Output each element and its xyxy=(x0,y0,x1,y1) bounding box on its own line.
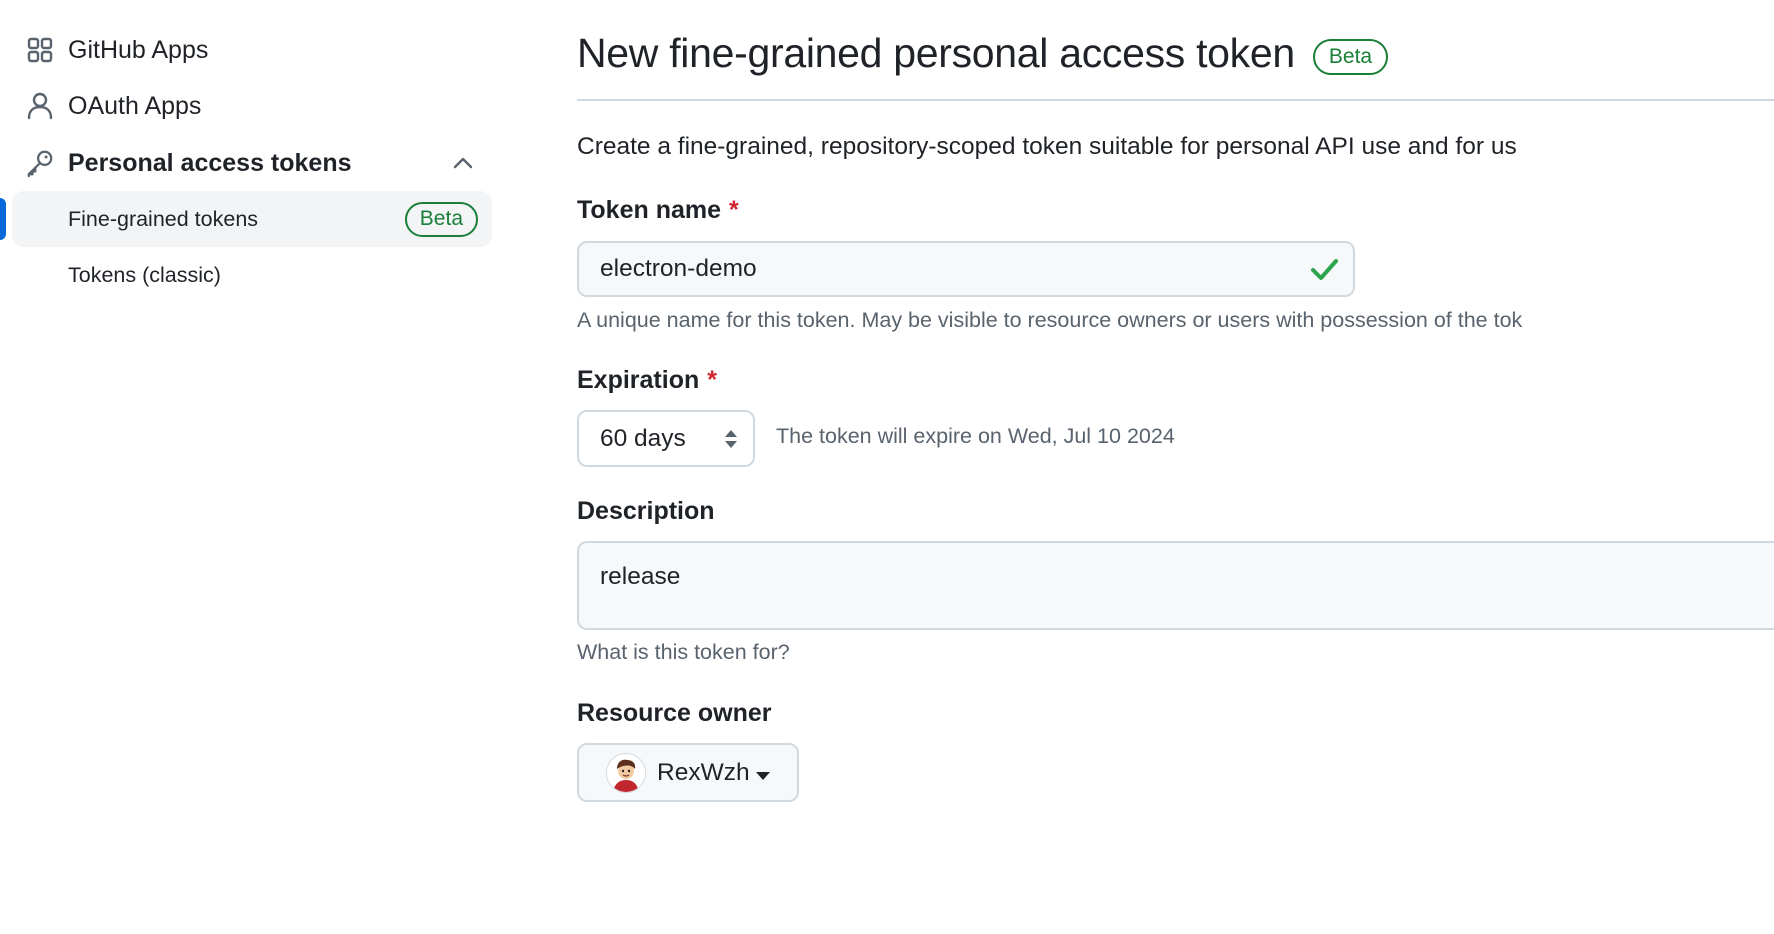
sidebar-item-personal-access-tokens[interactable]: Personal access tokens xyxy=(12,135,492,191)
divider xyxy=(577,99,1774,101)
sidebar-item-label: Fine-grained tokens xyxy=(68,206,259,231)
sidebar-item-label: OAuth Apps xyxy=(68,91,202,120)
avatar xyxy=(606,752,646,793)
token-name-label-text: Token name xyxy=(577,196,722,224)
required-mark: * xyxy=(729,196,739,224)
token-name-hint: A unique name for this token. May be vis… xyxy=(577,308,1523,332)
resource-owner-name: RexWzh xyxy=(657,758,750,786)
token-name-label: Token name * xyxy=(577,196,739,225)
description-label: Description xyxy=(577,497,715,525)
page-title: New fine-grained personal access token xyxy=(577,30,1295,76)
sidebar-item-fine-grained-tokens[interactable]: Fine-grained tokens Beta xyxy=(12,191,492,247)
main-content: New fine-grained personal access token B… xyxy=(577,0,1774,934)
resource-owner-dropdown[interactable]: RexWzh xyxy=(577,743,799,802)
expiration-note: The token will expire on Wed, Jul 10 202… xyxy=(776,424,1175,448)
token-name-input[interactable]: electron-demo xyxy=(577,241,1355,297)
expiration-select[interactable]: 60 days xyxy=(577,410,755,467)
sidebar-item-oauth-apps[interactable]: OAuth Apps xyxy=(12,78,492,134)
expiration-label: Expiration * xyxy=(577,366,717,395)
description-hint: What is this token for? xyxy=(577,640,790,664)
apps-grid-icon xyxy=(26,36,54,64)
description-value: release xyxy=(600,563,681,590)
beta-badge: Beta xyxy=(1312,38,1389,75)
sidebar-item-tokens-classic[interactable]: Tokens (classic) xyxy=(12,247,492,303)
select-arrows-icon xyxy=(723,427,739,451)
resource-owner-label: Resource owner xyxy=(577,699,772,727)
caret-down-icon xyxy=(755,768,771,780)
page: GitHub Apps OAuth Apps Personal access t… xyxy=(0,0,1774,934)
sidebar-item-label: Tokens (classic) xyxy=(68,262,221,287)
check-icon xyxy=(1309,254,1339,284)
token-name-value: electron-demo xyxy=(600,255,757,282)
expiration-selected-value: 60 days xyxy=(600,424,686,452)
beta-badge: Beta xyxy=(404,201,478,237)
key-icon xyxy=(26,149,54,178)
sidebar-item-label: Personal access tokens xyxy=(68,148,352,177)
required-mark: * xyxy=(707,366,717,394)
sidebar-item-label: GitHub Apps xyxy=(68,35,209,64)
active-indicator xyxy=(0,198,6,240)
intro-text: Create a fine-grained, repository-scoped… xyxy=(577,133,1517,160)
title-row: New fine-grained personal access token B… xyxy=(577,30,1389,77)
chevron-up-icon[interactable] xyxy=(452,152,474,174)
person-icon xyxy=(26,92,54,120)
expiration-label-text: Expiration xyxy=(577,366,700,394)
sidebar-item-github-apps[interactable]: GitHub Apps xyxy=(12,22,492,78)
description-textarea[interactable]: release xyxy=(577,541,1774,630)
